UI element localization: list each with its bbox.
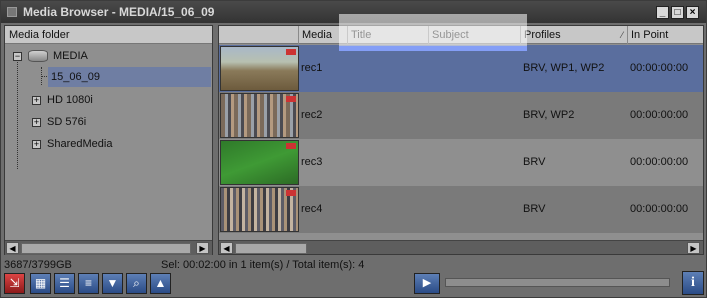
media-table-panel: Media Title Subject Profiles ⁄ In Point … <box>218 25 704 255</box>
media-cell: rec2 <box>301 109 323 121</box>
tree-node-label: HD 1080i <box>47 94 93 106</box>
app-icon <box>7 7 17 17</box>
maximize-button[interactable]: □ <box>671 6 684 19</box>
expand-icon[interactable]: + <box>32 96 41 105</box>
minimize-button[interactable]: _ <box>656 6 669 19</box>
record-badge-icon <box>286 49 296 55</box>
tree-node-label: SD 576i <box>47 116 87 128</box>
details-view-icon[interactable]: ≡ <box>78 273 99 294</box>
play-icon[interactable]: ▶ <box>414 273 440 294</box>
column-header-profiles[interactable]: Profiles ⁄ <box>521 26 628 44</box>
thumbnail-column-header[interactable] <box>219 26 299 44</box>
clip-thumbnail <box>220 187 299 232</box>
thumbnail-icon[interactable]: ▲ <box>150 273 171 294</box>
window-title: Media Browser - MEDIA/15_06_09 <box>23 5 215 19</box>
scroll-right-icon[interactable]: ▶ <box>687 242 700 254</box>
tree-node-label: 15_06_09 <box>51 71 100 83</box>
column-header-label: Profiles <box>524 29 561 41</box>
table-row[interactable]: rec1 BRV, WP1, WP2 00:00:00:00 <box>219 45 703 92</box>
media-cell: rec3 <box>301 156 323 168</box>
table-row[interactable]: rec3 BRV 00:00:00:00 <box>219 139 703 186</box>
column-header-media[interactable]: Media <box>299 26 348 44</box>
profiles-cell: BRV <box>523 203 546 215</box>
table-row[interactable]: rec4 BRV 00:00:00:00 <box>219 186 703 233</box>
scroll-left-icon[interactable]: ◀ <box>6 242 19 254</box>
tree-node-label: SharedMedia <box>47 138 113 150</box>
expand-icon[interactable]: + <box>32 118 41 127</box>
disk-usage: 3687/3799GB <box>4 259 72 271</box>
in-point-cell: 00:00:00:00 <box>630 156 689 168</box>
tree-node-label: MEDIA <box>53 50 88 62</box>
table-row[interactable]: rec2 BRV, WP2 00:00:00:00 <box>219 92 703 139</box>
tree-node-sharedmedia[interactable]: + SharedMedia <box>32 134 202 154</box>
column-header-title[interactable]: Title <box>348 26 429 44</box>
drive-icon <box>28 50 48 62</box>
collapse-icon[interactable]: − <box>13 52 22 61</box>
in-point-cell: 00:00:00:00 <box>630 62 689 74</box>
scrollbar-thumb[interactable] <box>21 243 191 254</box>
record-badge-icon <box>286 190 296 196</box>
clip-thumbnail <box>220 93 299 138</box>
scrollbar-thumb[interactable] <box>235 243 307 254</box>
record-badge-icon <box>286 143 296 149</box>
in-point-cell: 00:00:00:00 <box>630 203 689 215</box>
profiles-cell: BRV, WP1, WP2 <box>523 62 605 74</box>
tree-node-media[interactable]: − MEDIA <box>13 46 203 66</box>
info-icon[interactable]: i <box>682 271 704 295</box>
close-button[interactable]: × <box>686 6 699 19</box>
grid-view-icon[interactable]: ▦ <box>30 273 51 294</box>
clip-thumbnail <box>220 46 299 91</box>
media-browser-window: Media Browser - MEDIA/15_06_09 _ □ × Med… <box>0 0 707 298</box>
tree-node-sd-576i[interactable]: + SD 576i <box>32 112 202 132</box>
scroll-right-icon[interactable]: ▶ <box>196 242 209 254</box>
record-badge-icon <box>286 96 296 102</box>
folder-tree: − MEDIA 15_06_09 + HD 1080i + SD 576i + … <box>5 45 212 241</box>
clip-thumbnail <box>220 140 299 185</box>
tree-node-hd-1080i[interactable]: + HD 1080i <box>32 90 202 110</box>
media-folder-header: Media folder <box>5 26 212 44</box>
profiles-cell: BRV <box>523 156 546 168</box>
sort-icon: ⁄ <box>621 30 623 40</box>
left-horizontal-scrollbar[interactable]: ◀ ▶ <box>5 240 212 255</box>
table-horizontal-scrollbar[interactable]: ◀ ▶ <box>219 240 703 254</box>
media-folder-panel: Media folder − MEDIA 15_06_09 + HD 1080i… <box>4 25 213 255</box>
in-point-cell: 00:00:00:00 <box>630 109 689 121</box>
title-bar: Media Browser - MEDIA/15_06_09 _ □ × <box>1 1 706 23</box>
column-header-subject[interactable]: Subject <box>429 26 521 44</box>
import-icon[interactable]: ⇲ <box>4 273 25 294</box>
selection-info: Sel: 00:02:00 in 1 item(s) / Total item(… <box>161 259 365 271</box>
expand-icon[interactable]: + <box>32 140 41 149</box>
list-view-icon[interactable]: ☰ <box>54 273 75 294</box>
tree-line <box>17 59 18 169</box>
column-header-in-point[interactable]: In Point <box>628 26 703 44</box>
filter-icon[interactable]: ▼ <box>102 273 123 294</box>
media-cell: rec1 <box>301 62 323 74</box>
scroll-left-icon[interactable]: ◀ <box>220 242 233 254</box>
table-header: Media Title Subject Profiles ⁄ In Point <box>219 26 703 44</box>
media-cell: rec4 <box>301 203 323 215</box>
tree-node-15-06-09[interactable]: 15_06_09 <box>48 67 211 87</box>
playback-progress-bar[interactable] <box>445 278 670 287</box>
search-icon[interactable]: ⌕ <box>126 273 147 294</box>
profiles-cell: BRV, WP2 <box>523 109 575 121</box>
